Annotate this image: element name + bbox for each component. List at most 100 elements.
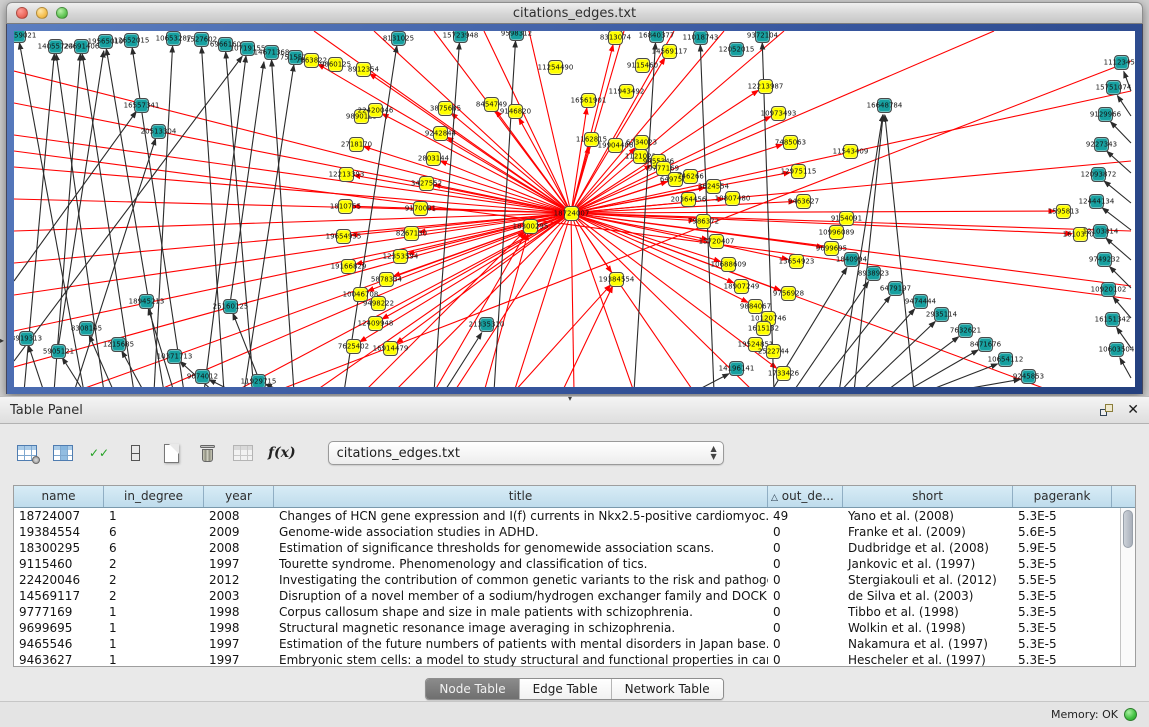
column-header-year[interactable]: year <box>204 486 274 507</box>
graph-node[interactable]: 19565019 <box>98 34 113 49</box>
graph-node[interactable]: 6497568 <box>668 172 683 187</box>
split-pane-grip-icon[interactable]: ▾ <box>568 394 572 403</box>
graph-node[interactable]: 8313074 <box>608 31 623 45</box>
table-row[interactable]: 1830029562008Estimation of significance … <box>14 540 1135 556</box>
graph-node[interactable]: 16151342 <box>1105 312 1120 327</box>
table-row[interactable]: 1938455462009Genome-wide association stu… <box>14 524 1135 540</box>
graph-node[interactable]: 9498222 <box>371 296 386 311</box>
graph-node[interactable]: 9674012 <box>195 369 210 384</box>
graph-node[interactable]: 12213393 <box>339 167 354 182</box>
graph-node[interactable]: 19524851 <box>748 337 763 352</box>
function-builder-icon[interactable]: f(x) <box>268 440 296 466</box>
graph-node[interactable]: 5878334 <box>379 272 394 287</box>
graph-node[interactable]: 12093872 <box>1091 167 1106 182</box>
graph-node[interactable]: 16557341 <box>134 98 149 113</box>
graph-node[interactable]: 6479197 <box>888 281 903 296</box>
graph-node[interactable]: 13654923 <box>789 254 804 269</box>
graph-node[interactable]: 9129966 <box>1098 107 1113 122</box>
table-row[interactable]: 911546021997Tourette syndrome. Phenomeno… <box>14 556 1135 572</box>
graph-node[interactable]: 2718170 <box>349 137 364 152</box>
graph-node[interactable]: 9474444 <box>913 294 928 309</box>
graph-node[interactable]: 11018743 <box>693 31 708 45</box>
graph-node[interactable]: 9146820 <box>508 104 523 119</box>
graph-node[interactable]: 16561901 <box>581 93 596 108</box>
graph-node[interactable]: 9598312 <box>509 31 524 41</box>
graph-node[interactable]: 10807480 <box>725 191 740 206</box>
graph-node[interactable]: 16914479 <box>383 341 398 356</box>
column-header-in-degree[interactable]: in_degree <box>104 486 204 507</box>
graph-node[interactable]: 18907249 <box>734 279 749 294</box>
select-rows-icon[interactable]: ✓✓ <box>88 440 110 466</box>
graph-node[interactable]: 22420046 <box>368 103 383 118</box>
graph-node[interactable]: 1527602 <box>194 32 209 47</box>
graph-node[interactable]: 20513304 <box>151 124 166 139</box>
graph-node[interactable]: 25160125 <box>223 299 238 314</box>
graph-node[interactable]: 9890123 <box>354 109 369 124</box>
graph-node[interactable]: 18945213 <box>139 294 154 309</box>
graph-node[interactable]: 7986372 <box>696 214 711 229</box>
memory-ok-icon[interactable] <box>1124 708 1137 721</box>
graph-node[interactable]: 8308145 <box>79 321 94 336</box>
graph-node[interactable]: 3427552 <box>419 176 434 191</box>
graph-node[interactable]: 21335310 <box>479 317 494 332</box>
graph-node[interactable]: 7663822 <box>304 53 319 68</box>
graph-node[interactable]: 10046708 <box>353 287 368 302</box>
graph-node[interactable]: 1733426 <box>776 366 791 381</box>
graph-node[interactable]: 9245853 <box>1021 369 1036 384</box>
graph-node[interactable]: 8471676 <box>978 337 993 352</box>
graph-node[interactable]: 5905121 <box>51 344 66 359</box>
graph-node[interactable]: 14671368 <box>264 45 279 60</box>
graph-node[interactable]: 9749232 <box>1097 252 1112 267</box>
table-row[interactable]: 2242004622012Investigating the contribut… <box>14 572 1135 588</box>
graph-node[interactable]: 7625402 <box>346 339 361 354</box>
graph-node[interactable]: 12652015 <box>124 33 139 48</box>
graph-node[interactable]: 12103814 <box>1093 224 1108 239</box>
graph-node[interactable]: 11543409 <box>843 144 858 159</box>
table-vertical-scrollbar[interactable] <box>1120 508 1135 666</box>
graph-node[interactable]: 19166829 <box>341 259 356 274</box>
graph-node[interactable]: 1215685 <box>111 337 126 352</box>
delete-table-icon[interactable] <box>196 440 218 466</box>
graph-node[interactable]: 9463627 <box>796 194 811 209</box>
graph-node[interactable]: 9115460 <box>635 58 650 73</box>
graph-node[interactable]: 6966160 <box>218 37 233 52</box>
graph-node[interactable]: 16103704 <box>1073 227 1088 242</box>
column-header-name[interactable]: name <box>14 486 104 507</box>
table-row[interactable]: 946362711997Embryonic stem cells: a mode… <box>14 652 1135 667</box>
graph-node[interactable]: 12409948 <box>368 316 383 331</box>
column-header-pagerank[interactable]: pagerank <box>1013 486 1112 507</box>
graph-node[interactable]: 2935114 <box>934 307 949 322</box>
new-document-icon[interactable] <box>160 440 182 466</box>
graph-node[interactable]: 9227343 <box>1094 137 1109 152</box>
graph-node[interactable]: 7485063 <box>783 135 798 150</box>
graph-node[interactable]: 10996089 <box>829 225 844 240</box>
graph-node[interactable]: 12353594 <box>393 249 408 264</box>
graph-node[interactable]: 3919313 <box>19 331 34 346</box>
tab-node-table[interactable]: Node Table <box>426 679 518 699</box>
graph-node[interactable]: 19654935 <box>336 229 351 244</box>
tab-edge-table[interactable]: Edge Table <box>519 679 611 699</box>
graph-node[interactable]: 10688609 <box>721 257 736 272</box>
network-canvas[interactable]: 1625902114055724206914061956501912652015… <box>14 31 1135 387</box>
graph-node[interactable]: 9860125 <box>328 57 343 72</box>
float-window-icon[interactable] <box>1100 404 1113 416</box>
graph-node[interactable]: 10603504 <box>1109 342 1124 357</box>
graph-node[interactable]: 1615132 <box>756 321 771 336</box>
tab-network-table[interactable]: Network Table <box>611 679 723 699</box>
graph-node[interactable]: 10371713 <box>167 349 182 364</box>
table-row[interactable]: 946554611997Estimation of the future num… <box>14 636 1135 652</box>
graph-node[interactable]: 10654112 <box>998 352 1013 367</box>
graph-node[interactable]: 2803144 <box>426 151 441 166</box>
table-selector-dropdown[interactable]: citations_edges.txt ▲▼ <box>328 441 724 465</box>
graph-node[interactable]: 12213987 <box>758 79 773 94</box>
graph-node[interactable]: 11123456 <box>1114 55 1129 70</box>
graph-node[interactable]: 18724007 <box>564 206 579 221</box>
graph-node[interactable]: 8267130 <box>404 226 419 241</box>
graph-node[interactable]: 20364456 <box>681 192 696 207</box>
row-height-icon[interactable] <box>124 440 146 466</box>
graph-node[interactable]: 15723948 <box>453 31 468 43</box>
graph-node[interactable]: 6734023 <box>634 135 649 150</box>
graph-node[interactable]: 15751074 <box>1106 80 1121 95</box>
graph-node[interactable]: 11943492 <box>619 84 634 99</box>
close-panel-icon[interactable]: ✕ <box>1127 403 1139 417</box>
